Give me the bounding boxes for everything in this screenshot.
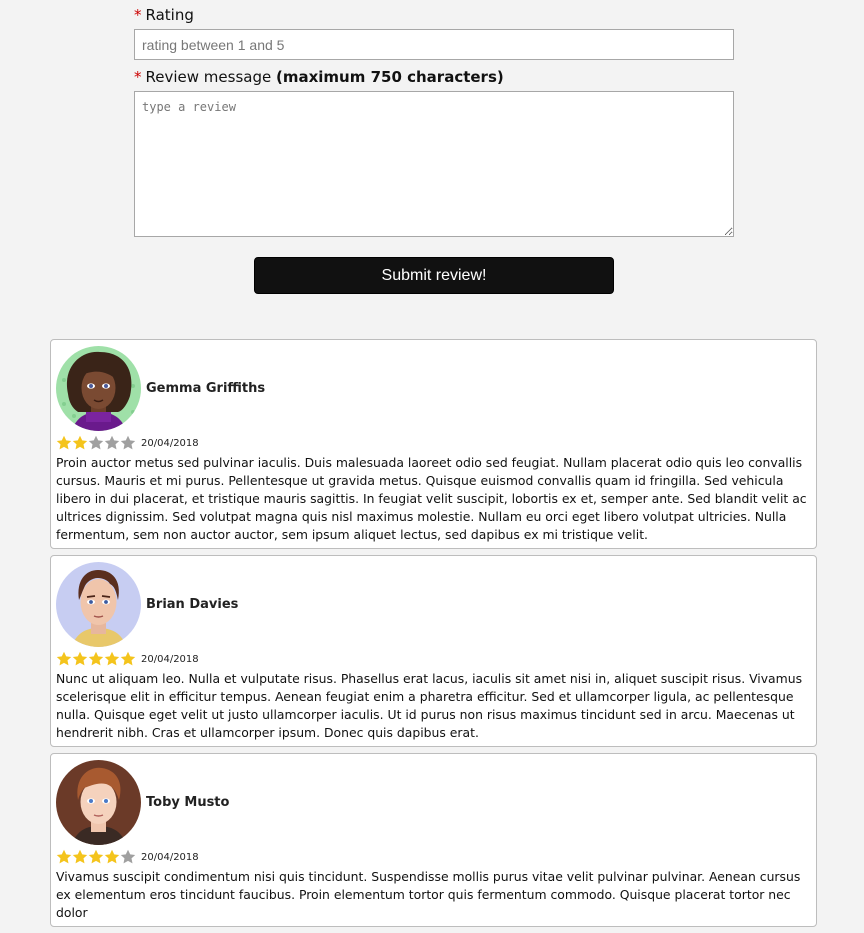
review-date: 20/04/2018 [141,437,199,449]
review-textarea[interactable] [134,91,734,237]
review-header: Gemma Griffiths [56,345,816,431]
review-text: Vivamus suscipit condimentum nisi quis t… [56,869,801,920]
review-card: Toby Musto 20/04/2018 Vivamus suscipit c… [50,753,817,927]
review-text: Nunc ut aliquam leo. Nulla et vulputate … [56,671,803,740]
star-empty-icon [120,849,136,864]
review-header: Brian Davies [56,561,816,647]
star-empty-icon [104,435,120,450]
rating-label-text: Rating [145,6,194,24]
star-filled-icon [88,651,104,666]
review-meta: 20/04/2018 [56,433,816,453]
review-meta: 20/04/2018 [56,649,816,669]
review-meta: 20/04/2018 [56,847,816,867]
avatar-man-receding-hair-icon [56,561,141,647]
rating-input[interactable] [134,29,734,60]
required-marker: * [134,68,142,86]
reviewer-name: Gemma Griffiths [146,380,266,396]
star-filled-icon [72,651,88,666]
star-filled-icon [88,849,104,864]
avatar-woman-curly-hair-icon [56,345,141,431]
star-filled-icon [56,651,72,666]
star-empty-icon [120,435,136,450]
star-empty-icon [88,435,104,450]
review-date: 20/04/2018 [141,653,199,665]
star-filled-icon [72,849,88,864]
reviewer-name: Brian Davies [146,596,239,612]
review-date: 20/04/2018 [141,851,199,863]
submit-review-button[interactable]: Submit review! [254,257,614,294]
star-rating [56,651,136,667]
review-list: Gemma Griffiths 20/04/2018 Proin auctor … [50,339,817,933]
star-filled-icon [56,435,72,450]
star-filled-icon [72,435,88,450]
review-label: * Review message (maximum 750 characters) [134,68,504,86]
required-marker: * [134,6,142,24]
star-filled-icon [104,651,120,666]
review-card: Brian Davies 20/04/2018 Nunc ut aliquam … [50,555,817,747]
reviewer-name: Toby Musto [146,794,230,810]
review-max-chars-note: (maximum 750 characters) [275,68,504,86]
rating-label: * Rating [134,6,194,24]
star-filled-icon [120,651,136,666]
review-text: Proin auctor metus sed pulvinar iaculis.… [56,455,807,542]
star-filled-icon [56,849,72,864]
review-header: Toby Musto [56,759,816,845]
avatar-man-brown-hair-icon [56,759,141,845]
star-filled-icon [104,849,120,864]
star-rating [56,435,136,451]
review-card: Gemma Griffiths 20/04/2018 Proin auctor … [50,339,817,549]
star-rating [56,849,136,865]
review-label-text: Review message [145,68,272,86]
